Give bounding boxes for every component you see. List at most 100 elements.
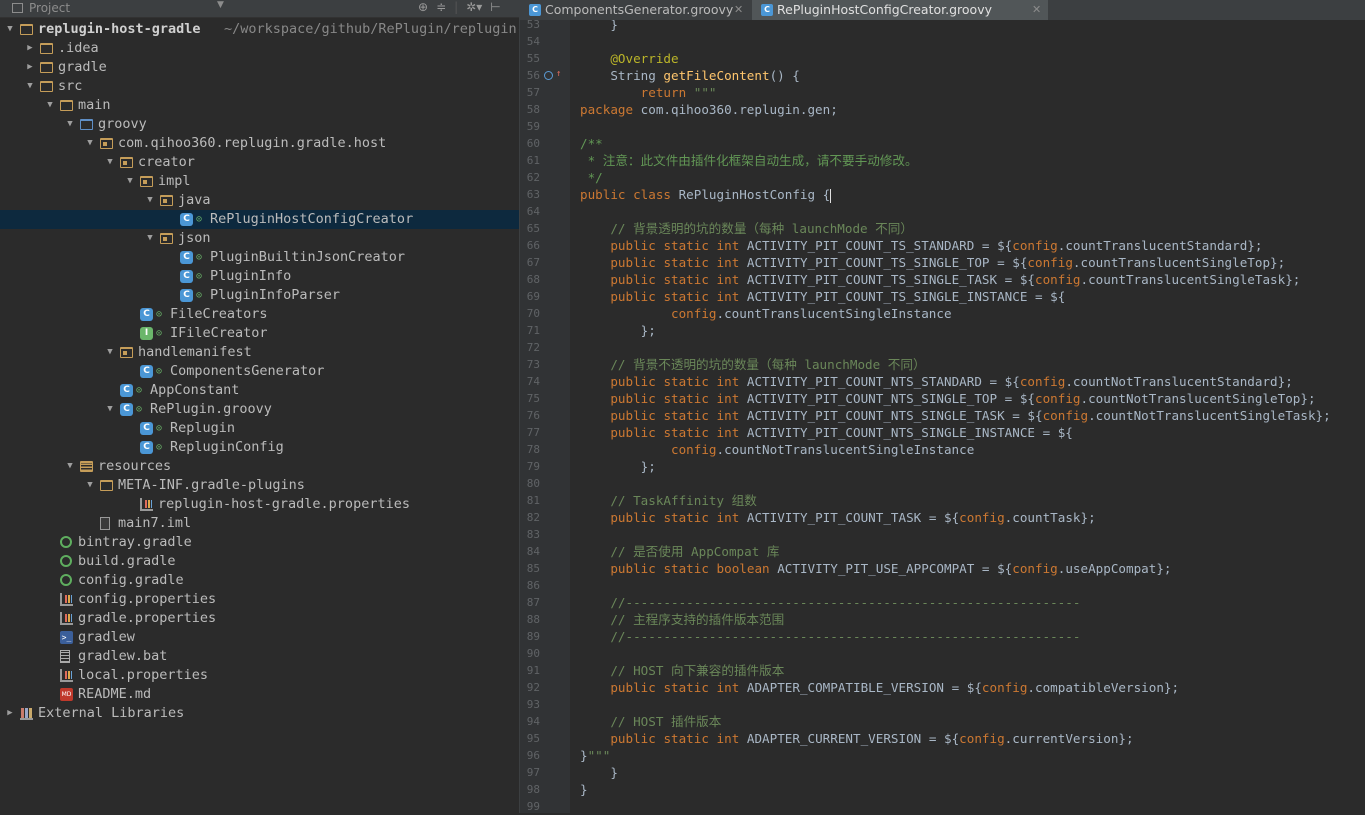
expand-arrow-icon[interactable]: ▼ xyxy=(144,229,156,248)
code-line[interactable]: @Override xyxy=(580,50,678,67)
expand-arrow-icon[interactable]: ▼ xyxy=(4,20,16,39)
code-line[interactable]: */ xyxy=(580,169,603,186)
code-editor[interactable]: } @Override String getFileContent() { re… xyxy=(570,20,1365,813)
expand-arrow-icon[interactable]: ▼ xyxy=(24,77,36,96)
tree-item[interactable]: gradle.properties xyxy=(0,609,519,628)
tree-item[interactable]: ▼ replugin-host-gradle ~/workspace/github/… xyxy=(0,20,519,39)
code-line[interactable]: // HOST 向下兼容的插件版本 xyxy=(580,662,784,679)
code-line[interactable]: public static boolean ACTIVITY_PIT_USE_A… xyxy=(580,560,1171,577)
tree-item[interactable]: bintray.gradle xyxy=(0,533,519,552)
tree-item[interactable]: C ⊙ ComponentsGenerator xyxy=(0,362,519,381)
tree-item[interactable]: C ⊙ PluginInfoParser xyxy=(0,286,519,305)
collapse-arrow-icon[interactable]: ▶ xyxy=(24,39,36,58)
code-line[interactable]: * 注意：此文件由插件化框架自动生成，请不要手动修改。 xyxy=(580,152,918,169)
expand-arrow-icon[interactable]: ▼ xyxy=(104,343,116,362)
expand-arrow-icon[interactable]: ▼ xyxy=(104,400,116,419)
collapse-arrow-icon[interactable]: ▶ xyxy=(24,58,36,77)
code-line[interactable]: public static int ADAPTER_CURRENT_VERSIO… xyxy=(580,730,1133,747)
code-line[interactable]: //--------------------------------------… xyxy=(580,594,1080,611)
tab-replugin-host-config-creator[interactable]: C RePluginHostConfigCreator.groovy ✕ xyxy=(752,0,1048,20)
tree-item[interactable]: build.gradle xyxy=(0,552,519,571)
tree-item[interactable]: C ⊙ RepluginConfig xyxy=(0,438,519,457)
code-line[interactable]: public static int ACTIVITY_PIT_COUNT_TS_… xyxy=(580,271,1300,288)
code-line[interactable]: // 背景不透明的坑的数量（每种 launchMode 不同） xyxy=(580,356,925,373)
code-line[interactable]: public static int ACTIVITY_PIT_COUNT_TS_… xyxy=(580,237,1262,254)
code-line[interactable]: public static int ACTIVITY_PIT_COUNT_NTS… xyxy=(580,390,1315,407)
close-icon[interactable]: ✕ xyxy=(1032,0,1041,20)
tree-item[interactable]: C ⊙ FileCreators xyxy=(0,305,519,324)
expand-arrow-icon[interactable]: ▼ xyxy=(124,172,136,191)
code-line[interactable]: //--------------------------------------… xyxy=(580,628,1080,645)
scroll-from-source-icon[interactable]: ⊕ xyxy=(418,0,428,14)
code-line[interactable]: // 主程序支持的插件版本范围 xyxy=(580,611,784,628)
tree-item[interactable]: I ⊙ IFileCreator xyxy=(0,324,519,343)
code-line[interactable]: public static int ACTIVITY_PIT_COUNT_NTS… xyxy=(580,407,1330,424)
expand-arrow-icon[interactable]: ▼ xyxy=(64,115,76,134)
code-line[interactable]: /** xyxy=(580,135,603,152)
code-line[interactable]: public static int ADAPTER_COMPATIBLE_VER… xyxy=(580,679,1179,696)
code-line[interactable]: config.countNotTranslucentSingleInstance xyxy=(580,441,974,458)
expand-arrow-icon[interactable]: ▼ xyxy=(84,134,96,153)
tree-item[interactable]: config.gradle xyxy=(0,571,519,590)
code-line[interactable]: // HOST 插件版本 xyxy=(580,713,721,730)
code-line[interactable]: // 背景透明的坑的数量（每种 launchMode 不同） xyxy=(580,220,913,237)
expand-arrow-icon[interactable]: ▼ xyxy=(44,96,56,115)
tree-item[interactable]: C ⊙ PluginInfo xyxy=(0,267,519,286)
tree-item[interactable]: ▼ impl xyxy=(0,172,519,191)
collapse-arrow-icon[interactable]: ▶ xyxy=(4,704,16,723)
code-line[interactable]: public static int ACTIVITY_PIT_COUNT_NTS… xyxy=(580,424,1073,441)
tree-item[interactable]: ▼ META-INF.gradle-plugins xyxy=(0,476,519,495)
code-line[interactable]: }""" xyxy=(580,747,610,764)
expand-arrow-icon[interactable]: ▼ xyxy=(144,191,156,210)
tree-item[interactable]: ▼ main xyxy=(0,96,519,115)
tree-item[interactable]: ▶ External Libraries xyxy=(0,704,519,723)
tree-item[interactable]: >_ gradlew xyxy=(0,628,519,647)
code-line[interactable]: public static int ACTIVITY_PIT_COUNT_TS_… xyxy=(580,254,1285,271)
close-icon[interactable]: ✕ xyxy=(734,0,743,20)
code-line[interactable]: // 是否使用 AppCompat 库 xyxy=(580,543,779,560)
code-line[interactable]: public static int ACTIVITY_PIT_COUNT_TS_… xyxy=(580,288,1065,305)
tree-item[interactable]: C ⊙ RePluginHostConfigCreator xyxy=(0,210,519,229)
tree-item[interactable]: gradlew.bat xyxy=(0,647,519,666)
view-dropdown-icon[interactable]: ▼ xyxy=(217,0,224,10)
code-line[interactable]: } xyxy=(580,20,618,33)
tree-item[interactable]: C ⊙ Replugin xyxy=(0,419,519,438)
tree-item[interactable]: ▼ handlemanifest xyxy=(0,343,519,362)
tree-item[interactable]: ▼ C ⊙ RePlugin.groovy xyxy=(0,400,519,419)
code-line[interactable]: }; xyxy=(580,322,656,339)
tree-item[interactable]: local.properties xyxy=(0,666,519,685)
code-line[interactable]: }; xyxy=(580,458,656,475)
overrides-method-icon[interactable] xyxy=(544,71,553,80)
tree-item[interactable]: ▼ com.qihoo360.replugin.gradle.host xyxy=(0,134,519,153)
code-line[interactable]: // TaskAffinity 组数 xyxy=(580,492,757,509)
tree-item[interactable]: ▶ gradle xyxy=(0,58,519,77)
tree-item[interactable]: config.properties xyxy=(0,590,519,609)
code-line[interactable]: config.countTranslucentSingleInstance xyxy=(580,305,952,322)
expand-arrow-icon[interactable]: ▼ xyxy=(64,457,76,476)
tree-item[interactable]: ▶ .idea xyxy=(0,39,519,58)
expand-arrow-icon[interactable]: ▼ xyxy=(84,476,96,495)
tree-item[interactable]: ▼ src xyxy=(0,77,519,96)
gear-icon[interactable]: ✲▾ xyxy=(466,0,482,14)
tree-item[interactable]: ▼ json xyxy=(0,229,519,248)
tab-components-generator[interactable]: C ComponentsGenerator.groovy ✕ xyxy=(520,0,752,20)
tree-item[interactable]: ▼ creator xyxy=(0,153,519,172)
hide-panel-icon[interactable]: ⊢ xyxy=(490,0,500,14)
code-line[interactable]: String getFileContent() { xyxy=(580,67,800,84)
code-line[interactable]: public static int ACTIVITY_PIT_COUNT_NTS… xyxy=(580,373,1292,390)
tree-item[interactable]: MD README.md xyxy=(0,685,519,704)
code-line[interactable]: public static int ACTIVITY_PIT_COUNT_TAS… xyxy=(580,509,1095,526)
tree-item[interactable]: replugin-host-gradle.properties xyxy=(0,495,519,514)
code-line[interactable]: return """ xyxy=(580,84,717,101)
tree-item[interactable]: ▼ java xyxy=(0,191,519,210)
code-line[interactable]: public class RePluginHostConfig { xyxy=(580,186,832,203)
tree-item[interactable]: C ⊙ AppConstant xyxy=(0,381,519,400)
up-arrow-icon[interactable]: ↑ xyxy=(556,70,562,79)
code-line[interactable]: } xyxy=(580,764,618,781)
project-panel-title[interactable]: Project xyxy=(29,1,70,15)
expand-arrow-icon[interactable]: ▼ xyxy=(104,153,116,172)
collapse-all-icon[interactable]: ≑ xyxy=(436,0,446,14)
tree-item[interactable]: ▼ groovy xyxy=(0,115,519,134)
code-line[interactable]: } xyxy=(580,781,588,798)
tree-item[interactable]: ▼ resources xyxy=(0,457,519,476)
